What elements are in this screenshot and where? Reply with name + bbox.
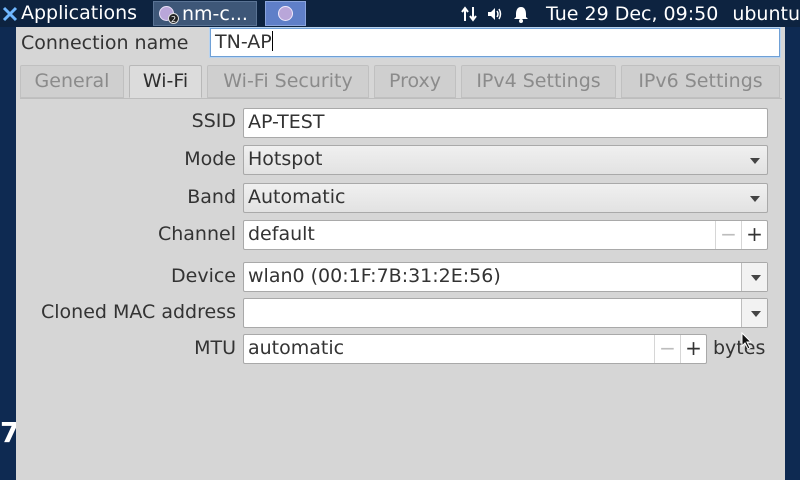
mode-select[interactable]: Hotspot — [243, 145, 768, 175]
connection-editor-window: Connection name TN-AP General Wi-Fi Wi-F… — [16, 27, 785, 480]
notification-bell-icon[interactable] — [510, 0, 532, 27]
channel-increment-button[interactable]: + — [741, 221, 767, 249]
mtu-label: MTU — [194, 337, 236, 359]
mode-value: Hotspot — [248, 148, 323, 170]
mode-label: Mode — [184, 148, 236, 170]
chevron-down-icon — [741, 146, 767, 174]
app-icon — [278, 6, 293, 21]
top-panel: Applications 2 nm-c... Tue 29 Dec, 09:50… — [0, 0, 800, 27]
mtu-decrement-button[interactable]: − — [654, 335, 680, 363]
tab-wifi-security[interactable]: Wi-Fi Security — [207, 65, 369, 98]
channel-label: Channel — [157, 223, 236, 245]
applications-menu-button[interactable]: Applications — [0, 0, 143, 27]
desktop-glyph: 7 — [0, 416, 20, 449]
tab-ipv4-settings[interactable]: IPv4 Settings — [461, 65, 616, 98]
ssid-label: SSID — [191, 110, 236, 132]
window-count-badge: 2 — [168, 12, 179, 24]
chevron-down-icon[interactable] — [741, 299, 767, 327]
mtu-spinbutton[interactable]: automatic − + — [243, 334, 707, 364]
taskbar-item-label: nm-c... — [182, 2, 248, 25]
device-combo[interactable]: wlan0 (00:1F:7B:31:2E:56) — [243, 262, 768, 292]
tab-divider — [20, 98, 782, 99]
connection-name-input[interactable]: TN-AP — [210, 28, 780, 57]
mouse-pointer-icon — [741, 332, 753, 350]
network-transfer-icon[interactable] — [458, 0, 480, 27]
tab-proxy[interactable]: Proxy — [374, 65, 456, 98]
mtu-increment-button[interactable]: + — [680, 335, 706, 363]
connection-name-row: Connection name — [21, 29, 188, 57]
chevron-down-icon — [741, 184, 767, 212]
clock[interactable]: Tue 29 Dec, 09:50 — [546, 3, 718, 25]
connection-name-value: TN-AP — [215, 31, 272, 53]
applications-label: Applications — [21, 2, 138, 24]
app-icon: 2 — [158, 4, 179, 24]
xfce-x-icon — [2, 6, 18, 21]
mtu-unit-label: bytes — [713, 337, 766, 359]
user-menu[interactable]: ubuntu — [732, 3, 800, 25]
ssid-input[interactable]: AP-TEST — [243, 108, 768, 138]
band-label: Band — [187, 186, 236, 208]
mtu-value: automatic — [248, 337, 345, 359]
cloned-mac-combo[interactable] — [243, 298, 768, 328]
device-value: wlan0 (00:1F:7B:31:2E:56) — [248, 265, 501, 287]
channel-spinbutton[interactable]: default − + — [243, 220, 768, 250]
system-tray: Tue 29 Dec, 09:50 ubuntu — [454, 0, 800, 27]
channel-decrement-button[interactable]: − — [715, 221, 741, 249]
band-value: Automatic — [248, 186, 346, 208]
volume-icon[interactable] — [484, 0, 506, 27]
tab-ipv6-settings[interactable]: IPv6 Settings — [621, 65, 780, 98]
tab-wifi[interactable]: Wi-Fi — [129, 65, 202, 98]
band-select[interactable]: Automatic — [243, 183, 768, 213]
taskbar-item-nm-connection-editor[interactable]: 2 nm-c... — [153, 1, 257, 26]
cloned-mac-label: Cloned MAC address — [40, 301, 236, 323]
chevron-down-icon[interactable] — [741, 263, 767, 291]
device-label: Device — [171, 265, 236, 287]
connection-name-label: Connection name — [21, 32, 189, 54]
tab-general[interactable]: General — [20, 65, 124, 98]
channel-value: default — [248, 223, 315, 245]
tab-bar: General Wi-Fi Wi-Fi Security Proxy IPv4 … — [20, 65, 780, 99]
text-caret — [271, 31, 273, 51]
taskbar-item-second[interactable] — [265, 1, 306, 26]
